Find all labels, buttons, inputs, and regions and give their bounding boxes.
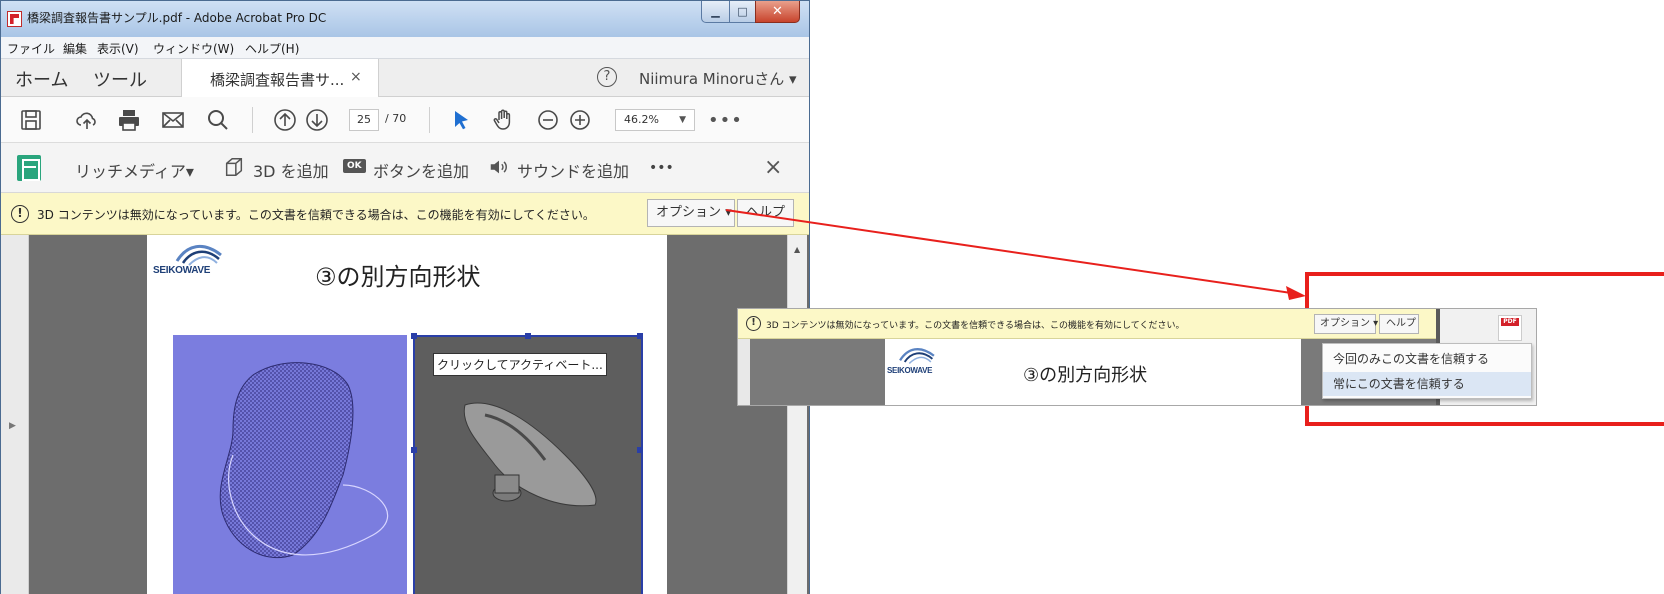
menu-edit[interactable]: 編集	[63, 40, 87, 57]
help-icon[interactable]: ?	[597, 67, 617, 87]
add-button-button[interactable]: ボタンを追加	[373, 158, 469, 182]
expand-pane-icon[interactable]: ▶	[9, 421, 16, 431]
print-icon[interactable]	[117, 108, 141, 132]
resize-handle[interactable]	[525, 333, 531, 339]
zoom-out-icon[interactable]	[536, 108, 560, 132]
tab-document[interactable]: 橋梁調査報告書サ... ×	[181, 59, 379, 98]
save-icon[interactable]	[19, 108, 43, 132]
document-viewport: ▶ ▲ SEIKOWAVE ③の別方向形状 クリックしてアクティベート...	[1, 235, 809, 594]
3d-warning-bar: ! 3D コンテンツは無効になっています。この文書を信頼できる場合は、この機能を…	[1, 193, 809, 235]
page-number-input[interactable]: 25	[349, 109, 379, 131]
cloud-upload-icon[interactable]	[75, 108, 99, 132]
rich-media-menu[interactable]: リッチメディア▾	[75, 158, 194, 182]
page-total: / 70	[385, 112, 407, 125]
options-button[interactable]: オプション ▾	[647, 199, 735, 227]
options-dropdown-menu: 今回のみこの文書を信頼する 常にこの文書を信頼する	[1322, 343, 1532, 399]
3d-object-preview-icon	[463, 402, 597, 507]
warning-message: 3D コンテンツは無効になっています。この文書を信頼できる場合は、この機能を有効…	[37, 208, 595, 222]
inset-pdf-page: SEIKOWAVE ③の別方向形状	[885, 339, 1301, 405]
maximize-icon: □	[737, 5, 748, 18]
trust-always-menu-item[interactable]: 常にこの文書を信頼する	[1323, 372, 1531, 396]
window-title: 橋梁調査報告書サンプル.pdf - Adobe Acrobat Pro DC	[27, 11, 327, 25]
callout-arrow-line	[725, 209, 1299, 295]
seikowave-logo-icon	[899, 348, 935, 365]
close-icon: ✕	[772, 4, 783, 19]
arrowhead-icon	[1286, 286, 1306, 300]
menu-help[interactable]: ヘルプ(H)	[245, 40, 299, 57]
tab-bar: ホーム ツール 橋梁調査報告書サ... × ? Niimura Minoruさん…	[1, 59, 809, 98]
3d-scan-image	[173, 335, 407, 594]
vertical-scrollbar[interactable]: ▲	[787, 235, 807, 594]
user-account-menu[interactable]: Niimura Minoruさん ▾	[639, 68, 797, 89]
logo-text: SEIKOWAVE	[153, 265, 211, 276]
activate-tooltip: クリックしてアクティベート...	[433, 353, 607, 376]
warning-icon: !	[746, 316, 761, 331]
logo-text: SEIKOWAVE	[887, 366, 933, 375]
3d-model-placeholder[interactable]: クリックしてアクティベート...	[411, 333, 643, 594]
tab-tools[interactable]: ツール	[93, 66, 147, 92]
trust-once-menu-item[interactable]: 今回のみこの文書を信頼する	[1323, 347, 1531, 371]
toolbar-divider	[429, 107, 430, 133]
inset-left-gutter	[738, 339, 750, 405]
pdf-page: SEIKOWAVE ③の別方向形状 クリックしてアクティベート...	[147, 235, 667, 594]
page-down-icon[interactable]	[305, 108, 329, 132]
maximize-button[interactable]: □	[729, 1, 756, 23]
zoom-level-value: 46.2%	[624, 113, 659, 126]
warning-icon: !	[11, 205, 29, 223]
mail-icon[interactable]	[161, 108, 185, 132]
zoom-level-select[interactable]: 46.2% ▼	[615, 109, 695, 131]
toolbar-divider	[252, 107, 253, 133]
seikowave-logo-icon	[175, 245, 222, 266]
cube-3d-icon	[223, 156, 245, 183]
acrobat-window: 橋梁調査報告書サンプル.pdf - Adobe Acrobat Pro DC ▁…	[0, 0, 810, 594]
zoom-in-icon[interactable]	[568, 108, 592, 132]
help-button[interactable]: ヘルプ	[737, 199, 794, 227]
pdf-file-icon: PDF	[1498, 315, 1522, 341]
resize-handle[interactable]	[411, 333, 417, 339]
close-toolbar-icon[interactable]: ×	[764, 155, 782, 180]
rich-media-icon	[17, 155, 41, 181]
menu-view[interactable]: 表示(V)	[97, 40, 139, 57]
inset-help-button[interactable]: ヘルプ	[1379, 314, 1419, 334]
more-tools-icon[interactable]: •••	[708, 110, 743, 131]
mesh-shape-icon	[173, 335, 407, 594]
menu-file[interactable]: ファイル	[7, 40, 55, 57]
add-3d-button[interactable]: 3D を追加	[253, 158, 329, 182]
scroll-up-icon[interactable]: ▲	[794, 245, 800, 254]
minimize-icon: ▁	[711, 5, 720, 18]
chevron-down-icon: ▼	[679, 115, 686, 125]
inset-options-button[interactable]: オプション ▾	[1314, 314, 1378, 334]
zoomed-inset: ! 3D コンテンツは無効になっています。この文書を信頼できる場合は、この機能を…	[737, 308, 1537, 406]
search-icon[interactable]	[206, 108, 230, 132]
minimize-button[interactable]: ▁	[701, 1, 730, 23]
navigation-pane-collapsed[interactable]: ▶	[1, 235, 29, 594]
more-options-icon[interactable]: •••	[649, 160, 674, 176]
inset-page-heading: ③の別方向形状	[1023, 365, 1148, 386]
resize-handle[interactable]	[637, 333, 643, 339]
speaker-icon	[488, 156, 510, 183]
acrobat-app-icon	[7, 11, 22, 27]
close-window-button[interactable]: ✕	[755, 1, 800, 23]
ok-button-icon: OK	[343, 159, 366, 173]
resize-handle[interactable]	[411, 447, 417, 453]
menu-bar: ファイル 編集 表示(V) ウィンドウ(W) ヘルプ(H)	[1, 37, 809, 59]
select-cursor-icon[interactable]	[449, 108, 473, 132]
page-up-icon[interactable]	[273, 108, 297, 132]
pdf-badge: PDF	[1501, 318, 1519, 326]
page-heading: ③の別方向形状	[315, 263, 481, 291]
title-bar: 橋梁調査報告書サンプル.pdf - Adobe Acrobat Pro DC ▁…	[1, 1, 809, 37]
tab-home[interactable]: ホーム	[15, 66, 68, 92]
menu-window[interactable]: ウィンドウ(W)	[153, 40, 234, 57]
tab-document-label: 橋梁調査報告書サ...	[210, 71, 345, 89]
hand-tool-icon[interactable]	[491, 108, 515, 132]
tab-close-icon[interactable]: ×	[350, 69, 362, 85]
inset-warning-bar: ! 3D コンテンツは無効になっています。この文書を信頼できる場合は、この機能を…	[738, 309, 1536, 339]
main-toolbar: 25 / 70 46.2% ▼ •••	[1, 97, 809, 143]
resize-handle[interactable]	[637, 447, 643, 453]
rich-media-toolbar: リッチメディア▾ 3D を追加 OK ボタンを追加 サウンドを追加 ••• ×	[1, 143, 809, 193]
add-sound-button[interactable]: サウンドを追加	[517, 158, 629, 182]
inset-warning-message: 3D コンテンツは無効になっています。この文書を信頼できる場合は、この機能を有効…	[766, 321, 1185, 331]
